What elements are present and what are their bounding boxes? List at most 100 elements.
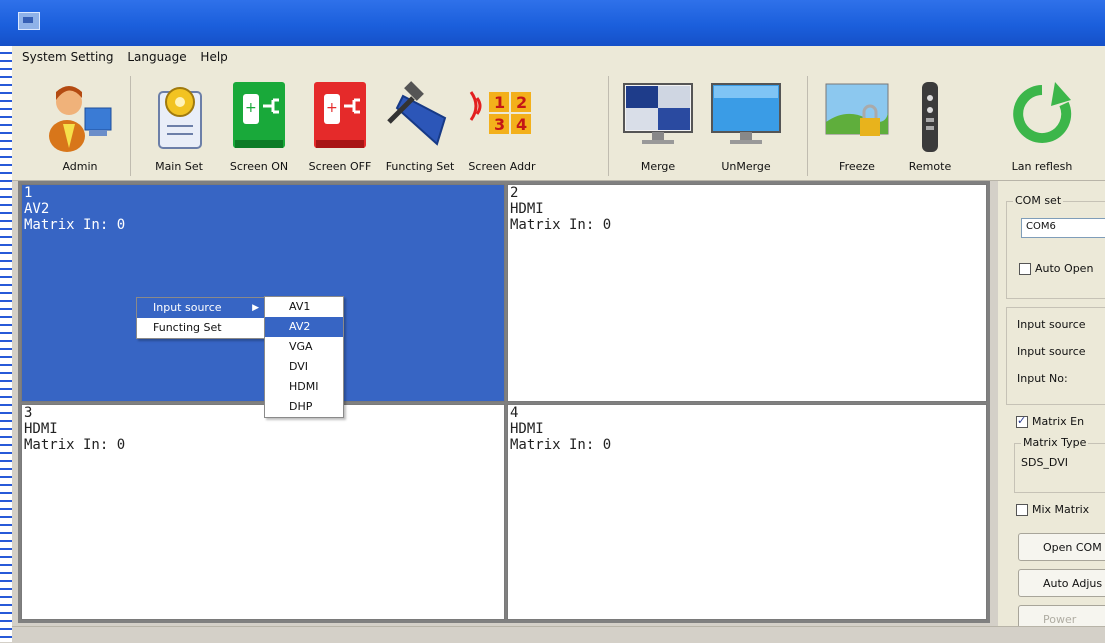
freeze-button[interactable]: Freeze — [815, 76, 899, 176]
screen-matrix: Matrix In: 0 — [510, 437, 612, 453]
screen-number: 4 — [510, 405, 519, 421]
checkbox-box — [1016, 414, 1028, 428]
screen-matrix: Matrix In: 0 — [24, 437, 126, 453]
menu-item-input-source[interactable]: Input source ▶ — [137, 298, 265, 318]
svg-text:2: 2 — [516, 93, 527, 112]
functing-set-label: Functing Set — [385, 160, 455, 173]
side-panel: COM set COM6 Auto Open Input source Inpu… — [998, 181, 1105, 642]
admin-label: Admin — [62, 160, 98, 173]
menu-item-functing-set[interactable]: Functing Set — [137, 318, 265, 338]
toolbar-separator — [608, 76, 609, 176]
context-menu: Input source ▶ Functing Set — [136, 297, 266, 339]
input-no-label: Input No: — [1017, 372, 1068, 385]
app-icon — [18, 12, 40, 30]
svg-text:1: 1 — [494, 93, 505, 112]
functing-set-button[interactable]: Functing Set — [378, 76, 462, 176]
screen-on-button[interactable]: + Screen ON — [217, 76, 301, 176]
submenu-item-av1[interactable]: AV1 — [265, 297, 343, 317]
screen-address-icon: 1 2 3 4 — [469, 91, 531, 134]
open-com-button[interactable]: Open COM — [1018, 533, 1105, 561]
screen-matrix: Matrix In: 0 — [24, 217, 126, 233]
merge-label: Merge — [640, 160, 676, 173]
submenu-item-av2[interactable]: AV2 — [265, 317, 343, 337]
remote-control-icon — [922, 82, 938, 152]
screen-pane-4[interactable]: 4 HDMI Matrix In: 0 — [507, 404, 987, 620]
screen-number: 2 — [510, 185, 519, 201]
menu-language[interactable]: Language — [117, 46, 186, 64]
freeze-lock-icon — [825, 83, 889, 136]
power-plug-on-icon: + — [233, 82, 285, 148]
checkbox-box — [1019, 263, 1031, 275]
com-set-legend: COM set — [1013, 194, 1064, 207]
screen-off-label: Screen OFF — [308, 160, 372, 173]
matrix-type-legend: Matrix Type — [1021, 436, 1089, 449]
input-source-label-2: Input source — [1017, 345, 1086, 358]
lan-refresh-button[interactable]: Lan reflesh — [992, 76, 1092, 176]
svg-text:3: 3 — [494, 115, 505, 134]
screen-pane-2[interactable]: 2 HDMI Matrix In: 0 — [507, 184, 987, 402]
submenu-item-dhp[interactable]: DHP — [265, 397, 343, 417]
toolbar-separator — [130, 76, 131, 176]
main-set-label: Main Set — [155, 160, 203, 173]
svg-text:+: + — [326, 100, 338, 116]
auto-open-checkbox[interactable]: Auto Open — [1019, 262, 1093, 275]
toolbar: Admin Main Set + Screen ON + Screen OFF … — [12, 70, 1105, 181]
matrix-type-group: Matrix Type SDS_DVI — [1014, 436, 1105, 493]
checkbox-box — [1016, 504, 1028, 516]
power-plug-off-icon: + — [314, 82, 366, 148]
screen-on-label: Screen ON — [229, 160, 289, 173]
screen-number: 3 — [24, 405, 33, 421]
menu-system-setting[interactable]: System Setting — [12, 46, 114, 64]
remote-label: Remote — [908, 160, 952, 173]
lan-refresh-label: Lan reflesh — [1011, 160, 1073, 173]
screen-source: AV2 — [24, 201, 50, 217]
screen-addr-label: Screen Addr — [468, 160, 536, 173]
main-set-button[interactable]: Main Set — [137, 76, 221, 176]
admin-button[interactable]: Admin — [38, 76, 122, 176]
svg-text:+: + — [245, 100, 257, 116]
auto-open-label: Auto Open — [1035, 262, 1094, 275]
screen-number: 1 — [24, 185, 33, 201]
submenu-item-dvi[interactable]: DVI — [265, 357, 343, 377]
mix-matrix-label: Mix Matrix — [1032, 503, 1090, 516]
input-source-group: Input source Input source Input No: — [1006, 307, 1105, 405]
svg-text:4: 4 — [516, 115, 527, 134]
screen-pane-1[interactable]: 1 AV2 Matrix In: 0 — [21, 184, 505, 402]
settings-document-icon — [158, 87, 202, 149]
matrix-enable-checkbox[interactable]: Matrix En — [1016, 414, 1084, 428]
screen-source: HDMI — [510, 201, 544, 217]
window-border — [0, 46, 12, 642]
menu-bar: System Setting Language Help — [12, 46, 1105, 70]
screen-grid: 1 AV2 Matrix In: 0 2 HDMI Matrix In: 0 3… — [18, 181, 990, 623]
remote-button[interactable]: Remote — [888, 76, 972, 176]
admin-icon — [49, 86, 112, 152]
com-set-group: COM set COM6 Auto Open — [1006, 194, 1105, 299]
screen-matrix: Matrix In: 0 — [510, 217, 612, 233]
unmerge-label: UnMerge — [721, 160, 771, 173]
screen-addr-button[interactable]: 1 2 3 4 Screen Addr — [460, 76, 544, 176]
refresh-icon — [1013, 82, 1072, 143]
submenu-item-vga[interactable]: VGA — [265, 337, 343, 357]
submenu-item-hdmi[interactable]: HDMI — [265, 377, 343, 397]
input-source-label-1: Input source — [1017, 318, 1086, 331]
menu-item-label: Input source — [153, 301, 222, 314]
matrix-type-value: SDS_DVI — [1021, 456, 1068, 469]
screen-off-button[interactable]: + Screen OFF — [298, 76, 382, 176]
hammer-icon — [387, 81, 447, 146]
menu-help[interactable]: Help — [190, 46, 227, 64]
merge-monitor-icon — [623, 83, 693, 144]
status-bar — [12, 626, 1105, 643]
input-source-submenu: AV1 AV2 VGA DVI HDMI DHP — [264, 296, 344, 418]
monitor-icon — [711, 83, 781, 144]
com-port-select[interactable]: COM6 — [1021, 218, 1105, 238]
screen-pane-3[interactable]: 3 HDMI Matrix In: 0 — [21, 404, 505, 620]
auto-adjust-button[interactable]: Auto Adjus — [1018, 569, 1105, 597]
freeze-label: Freeze — [839, 160, 875, 173]
screen-source: HDMI — [510, 421, 544, 437]
title-bar — [0, 0, 1105, 46]
toolbar-separator — [807, 76, 808, 176]
screen-source: HDMI — [24, 421, 58, 437]
mix-matrix-checkbox[interactable]: Mix Matrix — [1016, 503, 1089, 516]
merge-button[interactable]: Merge — [616, 76, 700, 176]
unmerge-button[interactable]: UnMerge — [704, 76, 788, 176]
